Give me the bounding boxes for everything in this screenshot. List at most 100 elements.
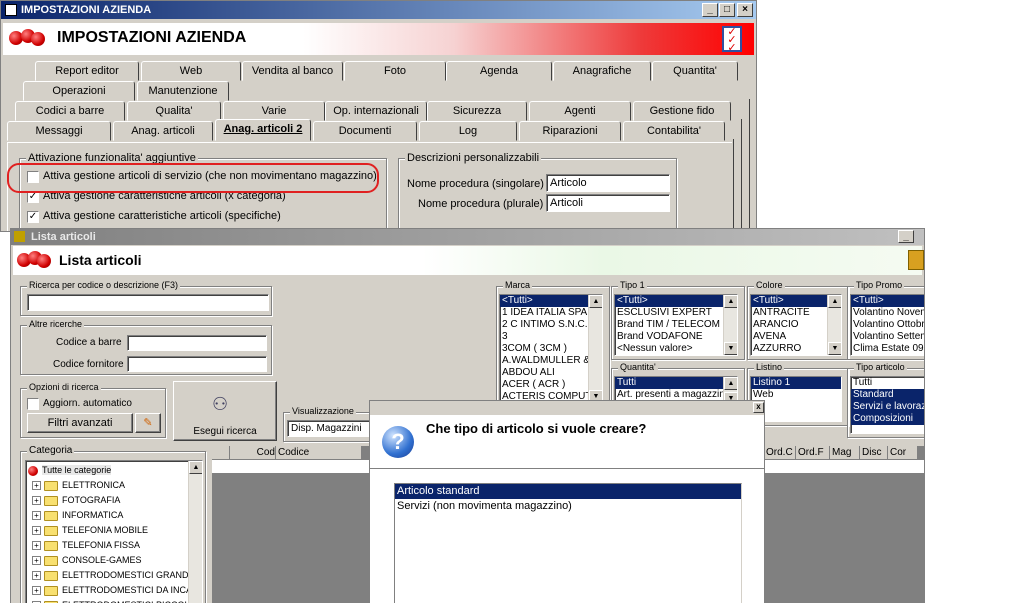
colore-item[interactable]: AZZURRO xyxy=(751,343,827,355)
expand-icon[interactable]: + xyxy=(32,556,41,566)
marca-item[interactable]: 3 xyxy=(500,331,588,343)
lista-titlebar[interactable]: Lista articoli _ xyxy=(11,229,924,245)
tab-agenti[interactable]: Agenti xyxy=(529,101,631,121)
tipo-promo-item[interactable]: Clima Estate 09 xyxy=(851,343,924,355)
tipo1-scrollbar[interactable]: ▲ ▼ xyxy=(723,295,737,355)
tab-codici-a-barre[interactable]: Codici a barre xyxy=(15,101,125,121)
listino-item[interactable]: Listino 1 xyxy=(751,377,841,389)
expand-icon[interactable]: + xyxy=(32,481,41,491)
tipo1-item[interactable]: Brand VODAFONE xyxy=(615,331,723,343)
minimize-button[interactable]: _ xyxy=(702,3,718,17)
marca-scrollbar[interactable]: ▲ ▼ xyxy=(588,295,602,403)
marca-item[interactable]: ABDOU ALI xyxy=(500,367,588,379)
tipo-promo-item[interactable]: Volantino Settem xyxy=(851,331,924,343)
advanced-filters-button[interactable]: Filtri avanzati xyxy=(27,413,133,433)
barcode-input[interactable] xyxy=(127,335,267,351)
tab-anag-articoli[interactable]: Anag. articoli xyxy=(113,121,213,141)
tab-riparazioni[interactable]: Riparazioni xyxy=(519,121,621,141)
colore-item[interactable]: ANTRACITE xyxy=(751,307,827,319)
tab-operazioni[interactable]: Operazioni xyxy=(23,81,135,101)
category-item[interactable]: + TELEFONIA MOBILE xyxy=(32,523,148,538)
tipo-articolo-item[interactable]: Servizi e lavorazio xyxy=(851,401,924,413)
scroll-up-arrow[interactable]: ▲ xyxy=(589,295,602,308)
grid-header[interactable]: Codice xyxy=(276,446,362,460)
tipo-articolo-item[interactable]: Standard xyxy=(851,389,924,401)
dialog-titlebar[interactable]: x xyxy=(370,401,764,415)
quantita-item[interactable]: Tutti xyxy=(615,377,723,389)
tab-messaggi[interactable]: Messaggi xyxy=(7,121,111,141)
singular-name-input[interactable]: Articolo xyxy=(546,174,670,192)
category-item[interactable]: + FOTOGRAFIA xyxy=(32,493,120,508)
impostazioni-titlebar[interactable]: IMPOSTAZIONI AZIENDA _ □ × xyxy=(1,1,756,19)
execute-search-button[interactable]: ⚇ Esegui ricerca xyxy=(173,381,277,441)
scroll-down-arrow[interactable]: ▼ xyxy=(724,342,737,355)
tab-documenti[interactable]: Documenti xyxy=(313,121,417,141)
category-item[interactable]: + ELETTRODOMESTICI DA INCA xyxy=(32,583,192,598)
marca-item[interactable]: 1 IDEA ITALIA SPA xyxy=(500,307,588,319)
marca-item[interactable]: A.WALDMULLER & xyxy=(500,355,588,367)
grid-header[interactable]: Mag xyxy=(830,446,860,460)
category-item[interactable]: + TELEFONIA FISSA xyxy=(32,538,140,553)
category-item[interactable]: + ELETTRONICA xyxy=(32,478,125,493)
expand-icon[interactable]: + xyxy=(32,541,41,551)
expand-icon[interactable]: + xyxy=(32,526,41,536)
tipo1-item[interactable]: Brand TIM / TELECOM xyxy=(615,319,723,331)
tab-agenda[interactable]: Agenda xyxy=(446,61,552,81)
grid-header[interactable]: Cor xyxy=(888,446,918,460)
category-item[interactable]: + INFORMATICA xyxy=(32,508,123,523)
tab-gestione-fido[interactable]: Gestione fido xyxy=(633,101,731,121)
grid-header[interactable]: Disc xyxy=(860,446,888,460)
tab-varie[interactable]: Varie xyxy=(223,101,325,121)
scroll-up-arrow[interactable]: ▲ xyxy=(724,295,737,308)
tab-report-editor[interactable]: Report editor xyxy=(35,61,139,81)
category-root[interactable]: Tutte le categorie xyxy=(28,463,112,478)
tipo-articolo-item[interactable]: Tutti xyxy=(851,377,924,389)
colore-scrollbar[interactable]: ▲ ▼ xyxy=(827,295,841,355)
grid-header[interactable]: Ord.C xyxy=(764,446,796,460)
scroll-up-arrow[interactable]: ▲ xyxy=(189,461,202,474)
tab-contabilita[interactable]: Contabilita' xyxy=(623,121,725,141)
tab-sicurezza[interactable]: Sicurezza xyxy=(427,101,527,121)
marca-item[interactable]: 2 C INTIMO S.N.C.D xyxy=(500,319,588,331)
tab-op-internazionali[interactable]: Op. internazionali xyxy=(325,101,427,121)
feature-checkbox-3[interactable]: ✓ xyxy=(27,211,39,223)
tab-web[interactable]: Web xyxy=(141,61,241,81)
filter-wand-button[interactable]: ✎ xyxy=(135,413,161,433)
search-input[interactable] xyxy=(27,294,269,311)
tipo-promo-item[interactable]: Volantino Ottobr xyxy=(851,319,924,331)
tab-qualita[interactable]: Qualita' xyxy=(127,101,221,121)
minimize-button[interactable]: _ xyxy=(898,230,914,243)
checklist-icon[interactable]: ✓ ✓ ✓ xyxy=(722,26,742,54)
scroll-up-arrow[interactable]: ▲ xyxy=(724,377,737,390)
tab-vendita-al-banco[interactable]: Vendita al banco xyxy=(242,61,343,81)
category-item[interactable]: +ELETTRODOMESTICI PICCOLI xyxy=(32,598,192,603)
tab-foto[interactable]: Foto xyxy=(344,61,446,81)
tipo1-item[interactable]: <Nessun valore> xyxy=(615,343,723,355)
marca-item[interactable]: <Tutti> xyxy=(500,295,588,307)
category-item[interactable]: + CONSOLE-GAMES xyxy=(32,553,142,568)
dialog-close-button[interactable]: x xyxy=(753,402,764,413)
tab-anag-articoli-2[interactable]: Anag. articoli 2 xyxy=(215,119,311,141)
scroll-down-arrow[interactable]: ▼ xyxy=(828,342,841,355)
expand-icon[interactable]: + xyxy=(32,571,41,581)
auto-update-checkbox[interactable] xyxy=(27,398,39,410)
close-button[interactable]: × xyxy=(737,3,753,17)
expand-icon[interactable]: + xyxy=(32,586,41,596)
grid-header[interactable]: Cod xyxy=(230,446,276,460)
category-scrollbar[interactable]: ▲ xyxy=(188,461,202,603)
expand-icon[interactable]: + xyxy=(32,511,41,521)
tab-quantita[interactable]: Quantita' xyxy=(652,61,738,81)
tab-anagrafiche[interactable]: Anagrafiche xyxy=(553,61,651,81)
colore-item[interactable]: ARANCIO xyxy=(751,319,827,331)
category-item[interactable]: + ELETTRODOMESTICI GRANDI xyxy=(32,568,191,583)
tipo-articolo-item[interactable]: Composizioni xyxy=(851,413,924,425)
grid-header[interactable]: Ord.F xyxy=(796,446,830,460)
expand-icon[interactable]: + xyxy=(32,496,41,506)
scroll-up-arrow[interactable]: ▲ xyxy=(828,295,841,308)
tipo1-item[interactable]: <Tutti> xyxy=(615,295,723,307)
plural-name-input[interactable]: Articoli xyxy=(546,194,670,212)
article-type-option[interactable]: Articolo standard xyxy=(395,484,741,499)
maximize-button[interactable]: □ xyxy=(719,3,735,17)
colore-item[interactable]: AVENA xyxy=(751,331,827,343)
marca-item[interactable]: ACER ( ACR ) xyxy=(500,379,588,391)
